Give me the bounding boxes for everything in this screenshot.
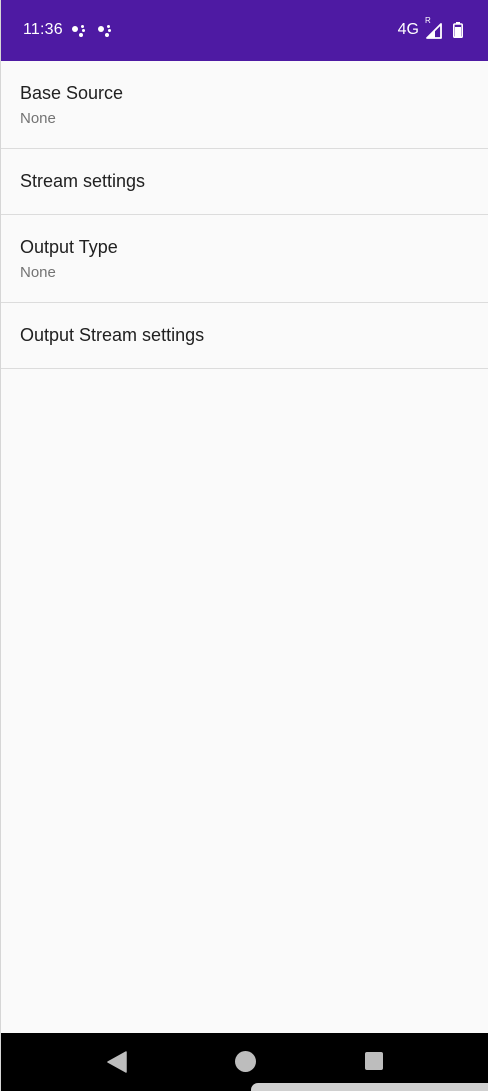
pref-base-source[interactable]: Base Source None	[1, 61, 488, 149]
assistant-notification-icon	[71, 23, 87, 39]
pref-title: Stream settings	[20, 171, 146, 191]
status-time: 11:36	[23, 21, 63, 38]
back-icon[interactable]	[107, 1051, 127, 1073]
recents-icon[interactable]	[365, 1052, 383, 1070]
pref-stream-settings[interactable]: Stream settings	[1, 149, 488, 215]
network-type-label: 4G	[397, 21, 419, 38]
status-bar: 11:36 4G R	[1, 0, 488, 61]
pref-summary: None	[20, 264, 56, 281]
screen: 11:36 4G R Base Source None Stream setti…	[0, 0, 488, 1091]
pref-summary: None	[20, 110, 56, 127]
home-icon[interactable]	[235, 1051, 256, 1072]
signal-indicator: R	[425, 17, 443, 39]
pref-title: Base Source	[20, 83, 124, 103]
navigation-bar	[1, 1033, 488, 1091]
status-indicators: 4G R	[397, 17, 463, 39]
gesture-handle[interactable]	[251, 1083, 488, 1091]
assistant-notification-icon	[97, 23, 113, 39]
preference-list: Base Source None Stream settings Output …	[1, 61, 488, 369]
pref-output-type[interactable]: Output Type None	[1, 215, 488, 303]
signal-icon	[426, 23, 442, 39]
pref-title: Output Stream settings	[20, 325, 205, 345]
pref-title: Output Type	[20, 237, 118, 257]
battery-icon	[453, 22, 463, 38]
pref-output-stream-settings[interactable]: Output Stream settings	[1, 303, 488, 369]
